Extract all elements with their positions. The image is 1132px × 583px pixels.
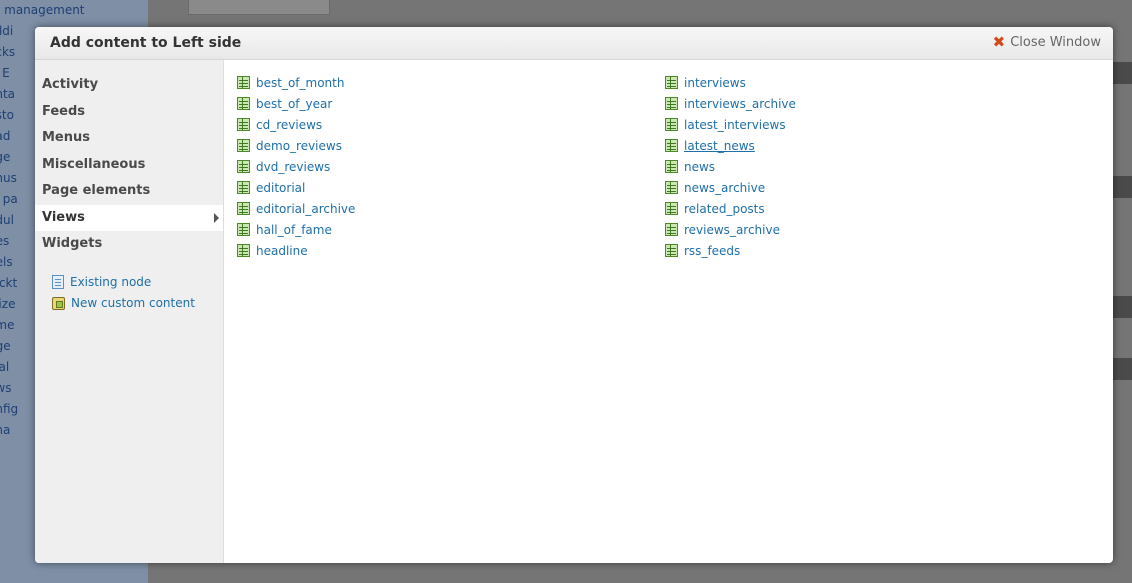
view-icon: [665, 223, 678, 236]
view-icon: [665, 118, 678, 131]
view-label: editorial: [256, 180, 306, 195]
view-icon: [665, 76, 678, 89]
view-link[interactable]: dvd_reviews: [237, 156, 355, 177]
view-icon: [665, 139, 678, 152]
view-icon: [665, 181, 678, 194]
view-link[interactable]: interviews_archive: [665, 93, 796, 114]
view-icon: [237, 244, 250, 257]
view-icon: [237, 202, 250, 215]
view-label: latest_interviews: [684, 117, 786, 132]
existing-node-label: Existing node: [70, 275, 152, 289]
view-link[interactable]: editorial_archive: [237, 198, 355, 219]
existing-node-link[interactable]: Existing node: [52, 272, 223, 293]
view-icon: [237, 76, 250, 89]
view-link[interactable]: hall_of_fame: [237, 219, 355, 240]
category-list: Activity Feeds Menus Miscellaneous Page …: [35, 72, 223, 258]
background-strip: [1113, 358, 1132, 380]
view-link[interactable]: interviews: [665, 72, 796, 93]
view-label: rss_feeds: [684, 243, 741, 258]
view-link[interactable]: related_posts: [665, 198, 796, 219]
close-window-label: Close Window: [1010, 35, 1101, 50]
view-link[interactable]: best_of_month: [237, 72, 355, 93]
view-label: interviews_archive: [684, 96, 796, 111]
view-link[interactable]: news_archive: [665, 177, 796, 198]
view-link[interactable]: rss_feeds: [665, 240, 796, 261]
view-link[interactable]: demo_reviews: [237, 135, 355, 156]
view-label: news_archive: [684, 180, 766, 195]
background-strip: [1113, 62, 1132, 84]
dialog-body: Activity Feeds Menus Miscellaneous Page …: [35, 60, 1113, 563]
view-icon: [237, 118, 250, 131]
view-label: cd_reviews: [256, 117, 323, 132]
view-label: editorial_archive: [256, 201, 356, 216]
category-menus[interactable]: Menus: [35, 125, 223, 152]
category-views-label: Views: [42, 209, 85, 225]
views-column-1: best_of_month best_of_year cd_reviews de…: [237, 72, 355, 261]
category-page-elements[interactable]: Page elements: [35, 178, 223, 205]
view-label: demo_reviews: [256, 138, 342, 153]
view-link[interactable]: reviews_archive: [665, 219, 796, 240]
background-strip: [1113, 296, 1132, 318]
view-icon: [665, 160, 678, 173]
category-miscellaneous[interactable]: Miscellaneous: [35, 152, 223, 179]
new-custom-content-link[interactable]: New custom content: [52, 293, 223, 314]
bg-sidebar-item: nt management: [0, 3, 85, 17]
view-icon: [665, 244, 678, 257]
view-icon: [237, 223, 250, 236]
extra-links: Existing node New custom content: [35, 272, 223, 314]
view-label: best_of_year: [256, 96, 333, 111]
view-link[interactable]: cd_reviews: [237, 114, 355, 135]
view-label: latest_news: [684, 138, 755, 153]
category-sidebar: Activity Feeds Menus Miscellaneous Page …: [35, 60, 224, 563]
view-label: dvd_reviews: [256, 159, 331, 174]
document-icon: [52, 275, 64, 289]
views-column-2: interviews interviews_archive latest_int…: [665, 72, 796, 261]
view-link[interactable]: news: [665, 156, 796, 177]
package-icon: [52, 296, 65, 310]
view-label: headline: [256, 243, 308, 258]
view-label: reviews_archive: [684, 222, 780, 237]
view-icon: [237, 160, 250, 173]
background-strip: [1113, 176, 1132, 198]
close-window-button[interactable]: ✖ Close Window: [992, 33, 1101, 51]
add-content-dialog: Add content to Left side ✖ Close Window …: [35, 27, 1113, 563]
chevron-right-icon: [214, 212, 219, 223]
view-label: interviews: [684, 75, 746, 90]
view-icon: [237, 97, 250, 110]
view-label: hall_of_fame: [256, 222, 332, 237]
view-link[interactable]: editorial: [237, 177, 355, 198]
view-label: news: [684, 159, 716, 174]
view-label: best_of_month: [256, 75, 345, 90]
view-link[interactable]: latest_interviews: [665, 114, 796, 135]
category-activity[interactable]: Activity: [35, 72, 223, 99]
category-views[interactable]: Views: [35, 204, 223, 231]
category-feeds[interactable]: Feeds: [35, 99, 223, 126]
view-link[interactable]: best_of_year: [237, 93, 355, 114]
view-icon: [665, 97, 678, 110]
view-label: related_posts: [684, 201, 765, 216]
category-widgets[interactable]: Widgets: [35, 231, 223, 258]
dialog-header: Add content to Left side ✖ Close Window: [35, 27, 1113, 60]
view-icon: [237, 181, 250, 194]
background-field: [188, 0, 330, 15]
view-link[interactable]: headline: [237, 240, 355, 261]
dialog-title: Add content to Left side: [50, 35, 242, 51]
view-link-hovered[interactable]: latest_news: [665, 135, 796, 156]
view-icon: [237, 139, 250, 152]
view-icon: [665, 202, 678, 215]
close-x-icon: ✖: [992, 33, 1006, 51]
new-custom-content-label: New custom content: [71, 296, 195, 310]
